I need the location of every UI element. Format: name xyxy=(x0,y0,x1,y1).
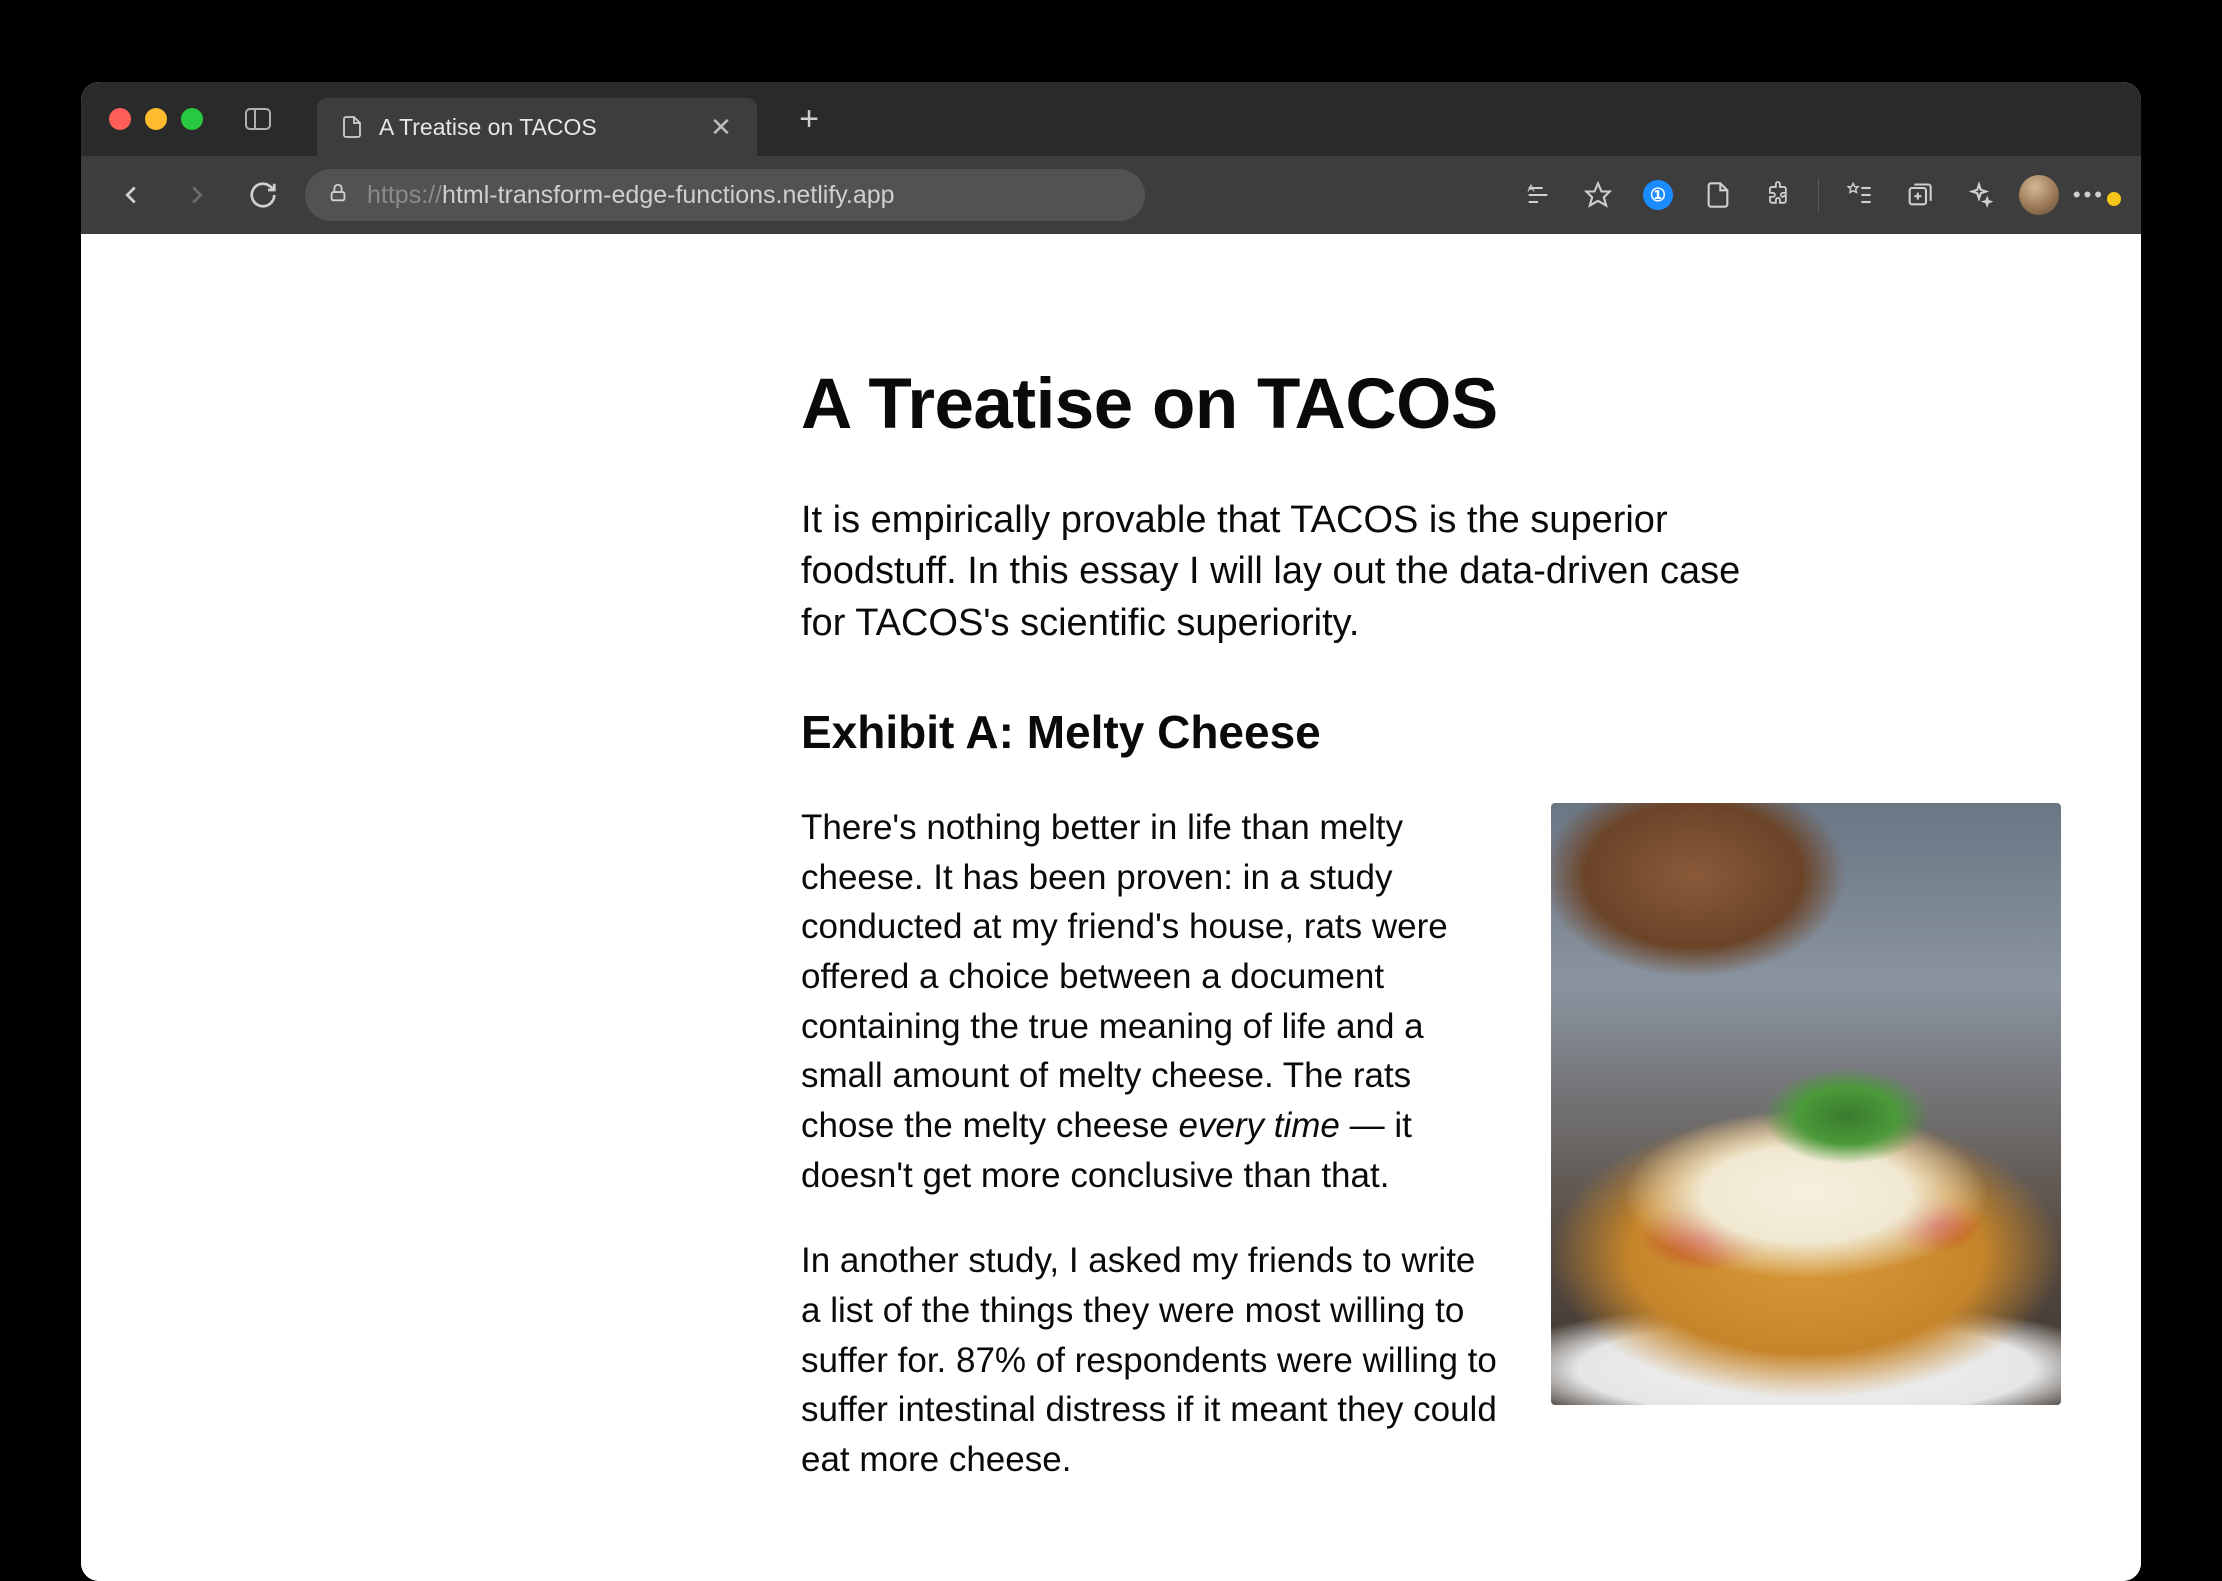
window-maximize-button[interactable] xyxy=(181,108,203,130)
window-close-button[interactable] xyxy=(109,108,131,130)
address-bar[interactable]: https://html-transform-edge-functions.ne… xyxy=(305,169,1145,221)
nachos-photo xyxy=(1551,803,2061,1405)
reader-mode-button[interactable]: A xyxy=(1512,169,1564,221)
favorite-button[interactable] xyxy=(1572,169,1624,221)
collections-button[interactable] xyxy=(1893,169,1945,221)
notification-badge xyxy=(2107,192,2121,206)
tab-title: A Treatise on TACOS xyxy=(379,114,693,141)
toolbar-divider xyxy=(1818,178,1819,212)
more-button[interactable]: ••• xyxy=(2073,182,2119,208)
browser-tab[interactable]: A Treatise on TACOS ✕ xyxy=(317,98,757,156)
exhibit-text: There's nothing better in life than melt… xyxy=(801,803,1501,1521)
forward-button[interactable] xyxy=(169,167,225,223)
lead-paragraph: It is empirically provable that TACOS is… xyxy=(801,495,1751,649)
paragraph-1: There's nothing better in life than melt… xyxy=(801,803,1501,1201)
url-text: https://html-transform-edge-functions.ne… xyxy=(367,181,895,210)
back-button[interactable] xyxy=(103,167,159,223)
new-tab-button[interactable]: + xyxy=(789,100,829,139)
page-action-button[interactable] xyxy=(1692,169,1744,221)
page-viewport[interactable]: A Treatise on TACOS It is empirically pr… xyxy=(81,234,2141,1581)
reload-button[interactable] xyxy=(235,167,291,223)
article-content: A Treatise on TACOS It is empirically pr… xyxy=(471,364,1751,1521)
tab-overview-button[interactable] xyxy=(245,108,271,130)
favorites-list-button[interactable] xyxy=(1833,169,1885,221)
traffic-lights xyxy=(109,108,203,130)
sparkle-icon[interactable] xyxy=(1953,169,2005,221)
toolbar-actions: A ① ••• xyxy=(1512,169,2119,221)
extensions-button[interactable] xyxy=(1752,169,1804,221)
window-titlebar: A Treatise on TACOS ✕ + xyxy=(81,82,2141,156)
onepassword-icon[interactable]: ① xyxy=(1632,169,1684,221)
page-title: A Treatise on TACOS xyxy=(801,364,1751,445)
browser-window: A Treatise on TACOS ✕ + https://html-tra… xyxy=(81,82,2141,1581)
section-heading: Exhibit A: Melty Cheese xyxy=(801,705,1751,759)
profile-avatar[interactable] xyxy=(2019,175,2059,215)
exhibit-section: There's nothing better in life than melt… xyxy=(801,803,1751,1521)
window-minimize-button[interactable] xyxy=(145,108,167,130)
browser-toolbar: https://html-transform-edge-functions.ne… xyxy=(81,156,2141,234)
lock-icon xyxy=(327,182,349,209)
paragraph-2: In another study, I asked my friends to … xyxy=(801,1236,1501,1484)
document-icon xyxy=(339,114,365,140)
svg-text:A: A xyxy=(1527,183,1534,195)
close-tab-button[interactable]: ✕ xyxy=(707,112,735,143)
